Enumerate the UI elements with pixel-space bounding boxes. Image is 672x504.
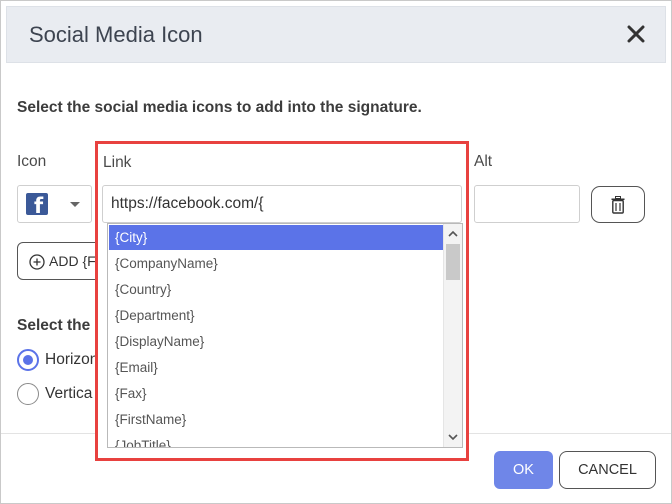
radio-vertical-indicator[interactable]	[17, 383, 39, 405]
social-media-icon-dialog: Social Media Icon Select the social medi…	[0, 0, 672, 504]
dialog-header: Social Media Icon	[6, 6, 666, 63]
plus-circle-icon	[29, 254, 45, 270]
radio-horizontal-indicator[interactable]	[17, 349, 39, 371]
scroll-up-icon[interactable]	[447, 228, 459, 240]
dropdown-option[interactable]: {City}	[109, 225, 444, 250]
dropdown-option[interactable]: {CompanyName}	[109, 251, 444, 276]
trash-icon	[611, 196, 625, 214]
icon-column-label: Icon	[17, 153, 47, 170]
dropdown-option[interactable]: {Email}	[109, 355, 444, 380]
dropdown-option[interactable]: {JobTitle}	[109, 433, 444, 447]
dropdown-option[interactable]: {Country}	[109, 277, 444, 302]
layout-label: Select the l	[17, 317, 99, 334]
dropdown-option[interactable]: {Department}	[109, 303, 444, 328]
instructions-text: Select the social media icons to add int…	[17, 99, 422, 116]
dropdown-option[interactable]: {FirstName}	[109, 407, 444, 432]
link-column-label: Link	[103, 154, 132, 171]
alt-column-label: Alt	[474, 153, 493, 170]
scroll-down-icon[interactable]	[447, 431, 459, 443]
alt-input[interactable]	[474, 185, 580, 223]
dropdown-option[interactable]: {Fax}	[109, 381, 444, 406]
scrollbar-thumb[interactable]	[446, 244, 460, 280]
cancel-button[interactable]: CANCEL	[559, 451, 656, 489]
ok-button[interactable]: OK	[494, 451, 553, 489]
dropdown-option[interactable]: {DisplayName}	[109, 329, 444, 354]
dropdown-scrollbar[interactable]	[443, 224, 462, 447]
placeholder-dropdown: {City} {CompanyName} {Country} {Departme…	[107, 223, 463, 448]
add-field-label: ADD {FI	[49, 253, 100, 269]
chevron-down-icon	[70, 202, 80, 207]
facebook-icon: f	[26, 193, 48, 215]
icon-select[interactable]: f	[17, 185, 92, 223]
link-input[interactable]	[102, 185, 462, 223]
close-icon[interactable]	[625, 23, 647, 45]
dialog-title: Social Media Icon	[29, 22, 203, 47]
radio-vertical-label: Vertica	[45, 385, 93, 402]
delete-button[interactable]	[591, 186, 645, 223]
